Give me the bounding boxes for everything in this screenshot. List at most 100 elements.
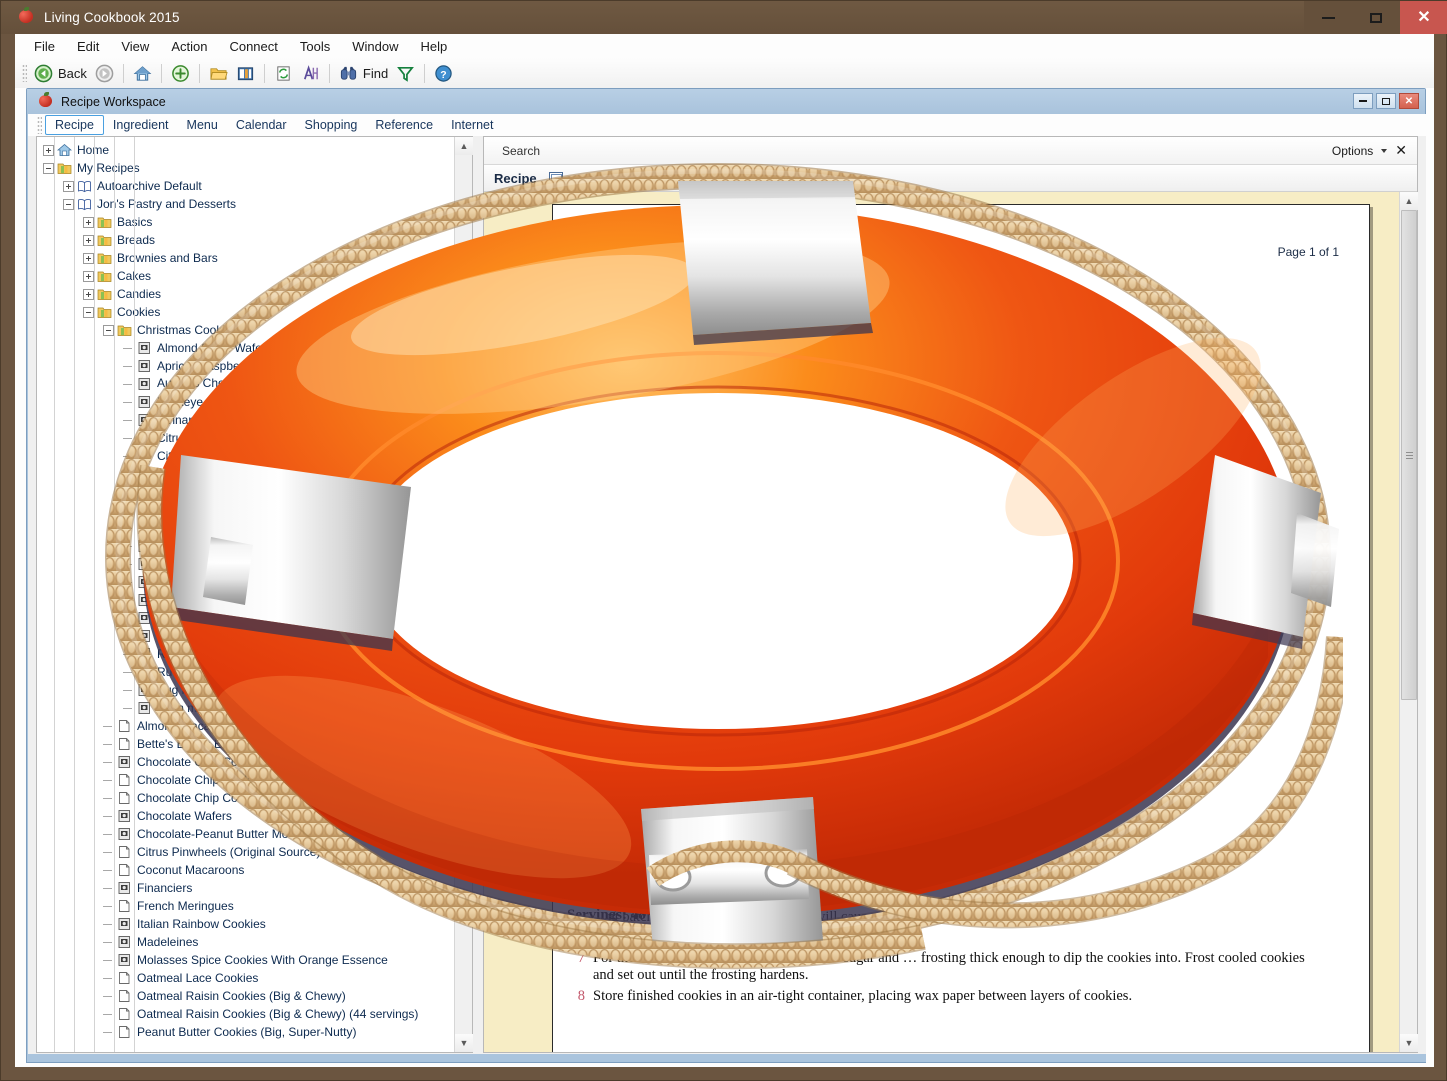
back-button[interactable]: Back — [30, 61, 91, 85]
expand-icon[interactable] — [83, 216, 94, 228]
filter-button[interactable] — [392, 61, 419, 85]
tree-item-coconut-snowballs[interactable]: Coconut Snowballs — [37, 465, 455, 483]
tree-item-waln-ms[interactable]: Waln ms — [37, 699, 455, 717]
tree-item-chocolate-peanut-butter-moon-pies[interactable]: Chocolate-Peanut Butter Moon Pies — [37, 825, 455, 843]
menu-help[interactable]: Help — [409, 37, 458, 56]
collapse-icon[interactable] — [63, 198, 74, 210]
tree-item-ru-te[interactable]: Ru Te — [37, 663, 455, 681]
panel-close-button[interactable]: ✕ — [1395, 142, 1407, 159]
tree-item-peanut-butter-cookies-big-super-nutty[interactable]: Peanut Butter Cookies (Big, Super-Nutty) — [37, 1023, 455, 1041]
recipe-tree[interactable]: Home My Recipes Autoarchive Default Jon's P… — [37, 137, 455, 1052]
tree-item-oatmeal-raisin-cookies-big-chewy[interactable]: Oatmeal Raisin Cookies (Big & Chewy) — [37, 987, 455, 1005]
tree-item[interactable] — [37, 483, 455, 501]
menu-window[interactable]: Window — [341, 37, 409, 56]
tree-item-basics[interactable]: Basics — [37, 213, 455, 231]
tree-item-chocolate-wafers[interactable]: Chocolate Wafers — [37, 807, 455, 825]
scale-recipe-button[interactable] — [297, 61, 324, 85]
menu-view[interactable]: View — [110, 37, 160, 56]
window-titlebar[interactable]: Living Cookbook 2015 ✕ — [1, 1, 1447, 34]
maximize-button[interactable] — [1352, 1, 1400, 34]
options-button[interactable]: Options — [1332, 144, 1373, 158]
preview-scroll-down-button[interactable]: ▼ — [1400, 1034, 1418, 1052]
collapse-icon[interactable] — [103, 324, 114, 336]
tabs-grip[interactable] — [37, 116, 42, 134]
tab-ingredient[interactable]: Ingredient — [104, 116, 178, 134]
tree-item-p[interactable]: P — [37, 609, 455, 627]
preview-scroll-up-button[interactable]: ▲ — [1400, 192, 1418, 210]
tree-item-chocolate-chip-cookies-thick-chewy[interactable]: Chocolate Chip Cookies (Thick & Chewy) — [37, 771, 455, 789]
open-folder-button[interactable] — [205, 61, 232, 85]
tree-scrollbar-thumb[interactable] — [456, 392, 472, 512]
tree-scroll-down-button[interactable]: ▼ — [455, 1034, 473, 1052]
search-input[interactable]: Search — [502, 144, 540, 158]
tree-item-chocolate-chip-cookies-perfect[interactable]: Chocolate Chip Cookies (Perfect) — [37, 753, 455, 771]
tree-item-almond-macaroons[interactable]: Almond Macaroons — [37, 717, 455, 735]
tree-item-financiers[interactable]: Financiers — [37, 879, 455, 897]
tree-item-breads[interactable]: Breads — [37, 231, 455, 249]
workspace-maximize-button[interactable] — [1376, 93, 1396, 109]
tree-item-chocolate-chip-cookies-thick-chewy[interactable]: Chocolate Chip Cookies (Thick & Chewy) — [37, 789, 455, 807]
tree-item-apricot-raspberry-rugelach[interactable]: Apricot-Raspberry Rugelach — [37, 357, 455, 375]
find-button[interactable]: Find — [335, 61, 392, 85]
recipe-detail-tab[interactable]: Recipe — [494, 171, 537, 186]
recipe-print-preview[interactable]: Page 1 of 1 ic wrap Cookie Batter 1 stick M… — [484, 192, 1417, 1052]
forward-button[interactable] — [91, 61, 118, 85]
tree-item-auntie-s-chocolate-spice-cookies[interactable]: Auntie's Chocolate Spice Cookies — [37, 375, 455, 393]
expand-icon[interactable] — [63, 180, 74, 192]
tab-recipe[interactable]: Recipe — [45, 115, 104, 135]
tree-item-citrus-bars[interactable]: Citrus Bars — [37, 429, 455, 447]
expand-icon[interactable] — [83, 288, 94, 300]
tree-item-brownies-and-bars[interactable]: Brownies and Bars — [37, 249, 455, 267]
tree-item-christmas-cookies[interactable]: Christmas Cookies — [37, 321, 455, 339]
tree-item-cookies[interactable]: Cookies — [37, 303, 455, 321]
tree-item[interactable] — [37, 519, 455, 537]
window-restore-icon[interactable] — [548, 172, 563, 184]
menu-connect[interactable]: Connect — [218, 37, 288, 56]
tab-menu[interactable]: Menu — [178, 116, 227, 134]
add-button[interactable] — [167, 61, 194, 85]
workspace-close-button[interactable]: ✕ — [1399, 93, 1419, 109]
tree-item-p[interactable]: P — [37, 627, 455, 645]
tree-scroll-up-button[interactable]: ▲ — [455, 137, 473, 155]
expand-icon[interactable] — [83, 270, 94, 282]
tree-item-m[interactable]: M — [37, 573, 455, 591]
tree-item-home[interactable]: Home — [37, 141, 455, 159]
tree-item-molasses-spice-cookies-with-orange-essence[interactable]: Molasses Spice Cookies With Orange Essen… — [37, 951, 455, 969]
tree-item-french-meringues[interactable]: French Meringues — [37, 897, 455, 915]
menu-edit[interactable]: Edit — [66, 37, 110, 56]
tree-item-autoarchive-default[interactable]: Autoarchive Default — [37, 177, 455, 195]
home-button[interactable] — [129, 61, 156, 85]
tree-item[interactable] — [37, 501, 455, 519]
tree-item-ru[interactable]: Ru — [37, 645, 455, 663]
toolbar-grip[interactable] — [22, 64, 27, 82]
chevron-down-icon[interactable] — [1381, 148, 1388, 153]
tree-item-citrus-pinwheels-original-source[interactable]: Citrus Pinwheels (Original Source) — [37, 843, 455, 861]
preview-vertical-scrollbar[interactable]: ▲ ▼ — [1399, 192, 1418, 1052]
tree-item[interactable] — [37, 537, 455, 555]
preview-scrollbar-thumb[interactable] — [1401, 210, 1417, 700]
tree-item-jon-s-pastry-and-desserts[interactable]: Jon's Pastry and Desserts — [37, 195, 455, 213]
tree-item[interactable] — [37, 555, 455, 573]
expand-icon[interactable] — [83, 252, 94, 264]
menu-tools[interactable]: Tools — [289, 37, 341, 56]
tab-calendar[interactable]: Calendar — [227, 116, 296, 134]
tree-item-sug-l-co[interactable]: Sug l Co — [37, 681, 455, 699]
tree-item-candies[interactable]: Candies — [37, 285, 455, 303]
workspace-minimize-button[interactable] — [1353, 93, 1373, 109]
close-button[interactable]: ✕ — [1400, 1, 1447, 34]
expand-icon[interactable] — [83, 234, 94, 246]
tree-item-bette-s-brown-edge-wafers[interactable]: Bette's Brown Edge Wafers — [37, 735, 455, 753]
help-button[interactable]: ? — [430, 61, 457, 85]
refresh-page-button[interactable] — [270, 61, 297, 85]
tree-item-coconut-macaroons[interactable]: Coconut Macaroons — [37, 861, 455, 879]
tree-item-oatmeal-raisin-cookies-big-chewy-44-servings[interactable]: Oatmeal Raisin Cookies (Big & Chewy) (44… — [37, 1005, 455, 1023]
book-view-button[interactable] — [232, 61, 259, 85]
tree-item-selected[interactable]: Auntie's Chocolate Spice Cookies — [157, 376, 337, 392]
tree-vertical-scrollbar[interactable]: ▲ ▼ — [454, 137, 473, 1052]
tree-item-n[interactable]: N — [37, 591, 455, 609]
menu-file[interactable]: File — [23, 37, 66, 56]
tree-item-cakes[interactable]: Cakes — [37, 267, 455, 285]
tree-item-italian-rainbow-cookies[interactable]: Italian Rainbow Cookies — [37, 915, 455, 933]
recipe-workspace-titlebar[interactable]: Recipe Workspace ✕ — [27, 89, 1425, 114]
tab-internet[interactable]: Internet — [442, 116, 502, 134]
